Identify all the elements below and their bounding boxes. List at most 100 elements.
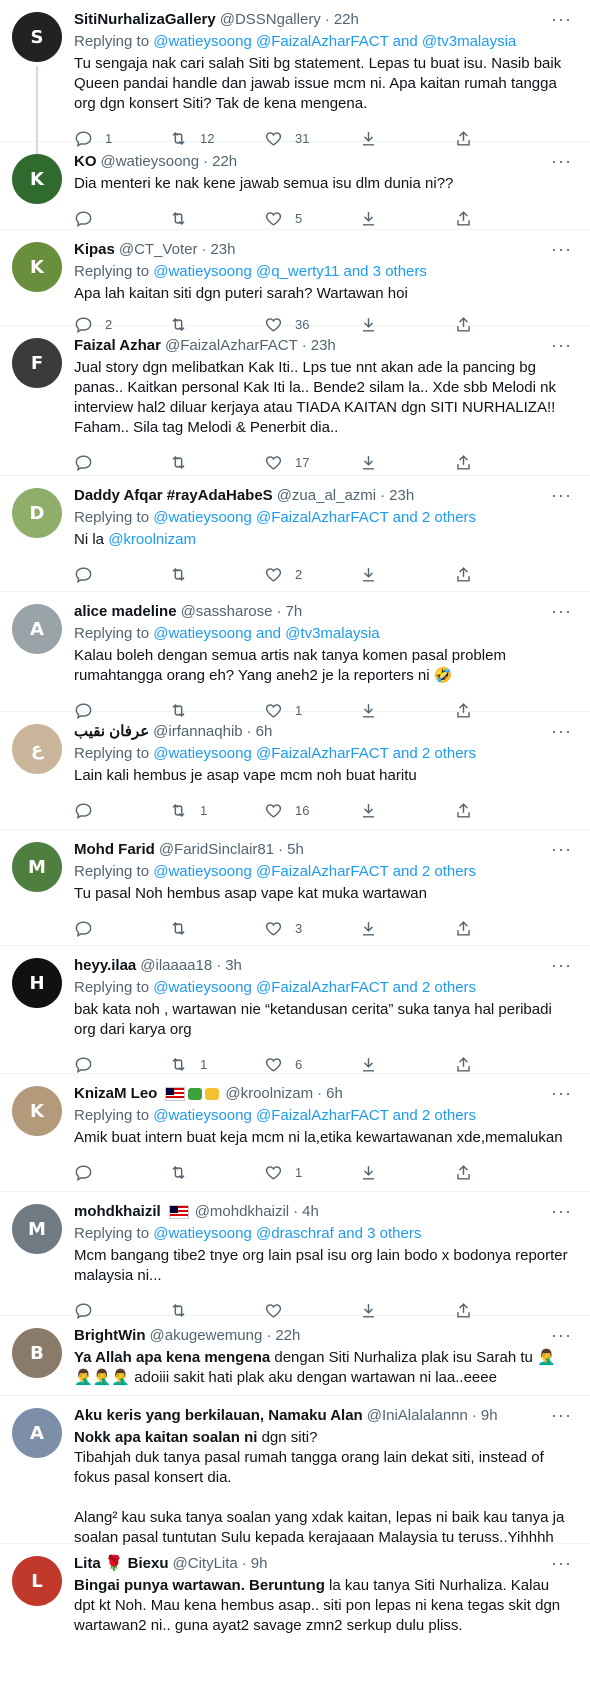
tweet[interactable]: A ··· alice madeline @sassharose · 7h Reply… bbox=[0, 592, 590, 719]
share-button[interactable] bbox=[454, 1163, 485, 1182]
share-button[interactable] bbox=[454, 209, 485, 228]
tweet[interactable]: L ··· Lita 🌹 Biexu @CityLita · 9h Bingai pu… bbox=[0, 1544, 590, 1664]
like-button[interactable]: 3 bbox=[264, 919, 359, 938]
user-handle[interactable]: @zua_al_azmi bbox=[277, 486, 376, 506]
display-name[interactable]: Daddy Afqar #rayAdaHabeS bbox=[74, 486, 273, 506]
like-button[interactable]: 17 bbox=[264, 453, 359, 472]
user-handle[interactable]: @FaizalAzharFACT bbox=[165, 336, 298, 356]
more-options-icon[interactable]: ··· bbox=[551, 1554, 572, 1572]
reply-button[interactable] bbox=[74, 1163, 169, 1182]
like-button[interactable]: 5 bbox=[264, 209, 359, 228]
avatar[interactable]: F bbox=[12, 338, 62, 388]
download-button[interactable] bbox=[359, 801, 454, 820]
user-handle[interactable]: @sassharose bbox=[181, 602, 273, 622]
user-handle[interactable]: @ilaaaa18 bbox=[140, 956, 212, 976]
display-name[interactable]: Lita 🌹 Biexu bbox=[74, 1554, 169, 1574]
download-button[interactable] bbox=[359, 453, 454, 472]
download-button[interactable] bbox=[359, 1055, 454, 1074]
avatar[interactable]: L bbox=[12, 1556, 62, 1606]
user-handle[interactable]: @CityLita bbox=[173, 1554, 238, 1574]
display-name[interactable]: heyy.ilaa bbox=[74, 956, 136, 976]
user-handle[interactable]: @CT_Voter bbox=[119, 240, 198, 260]
user-handle[interactable]: @mohdkhaizil bbox=[195, 1202, 289, 1222]
replying-to-link[interactable]: @watieysoong @q_werty11 and 3 others bbox=[153, 263, 427, 280]
share-button[interactable] bbox=[454, 1055, 485, 1074]
download-button[interactable] bbox=[359, 919, 454, 938]
more-options-icon[interactable]: ··· bbox=[551, 240, 572, 258]
user-handle[interactable]: @watieysoong bbox=[101, 152, 200, 172]
tweet-time[interactable]: 4h bbox=[302, 1202, 319, 1222]
tweet-time[interactable]: 7h bbox=[286, 602, 303, 622]
more-options-icon[interactable]: ··· bbox=[551, 152, 572, 170]
tweet[interactable]: ع ··· عرفان نقيب @irfannaqhib · 6h Replying… bbox=[0, 712, 590, 830]
tweet[interactable]: K ··· KnizaM Leo @kroolnizam · 6h Replying … bbox=[0, 1074, 590, 1192]
download-button[interactable] bbox=[359, 1163, 454, 1182]
user-handle[interactable]: @DSSNgallery bbox=[220, 10, 321, 30]
avatar[interactable]: D bbox=[12, 488, 62, 538]
share-button[interactable] bbox=[454, 919, 485, 938]
like-button[interactable]: 16 bbox=[264, 801, 359, 820]
more-options-icon[interactable]: ··· bbox=[551, 1326, 572, 1344]
tweet[interactable]: A ··· Aku keris yang berkilauan, Namaku … bbox=[0, 1396, 590, 1546]
retweet-button[interactable] bbox=[169, 453, 264, 472]
replying-to-link[interactable]: @watieysoong @FaizalAzharFACT and 2 othe… bbox=[153, 1107, 476, 1124]
replying-to-link[interactable]: @watieysoong @FaizalAzharFACT and @tv3ma… bbox=[153, 33, 516, 50]
avatar[interactable]: M bbox=[12, 1204, 62, 1254]
display-name[interactable]: BrightWin bbox=[74, 1326, 146, 1346]
display-name[interactable]: عرفان نقيب bbox=[74, 722, 149, 742]
reply-button[interactable] bbox=[74, 801, 169, 820]
share-button[interactable] bbox=[454, 453, 485, 472]
tweet-time[interactable]: 6h bbox=[326, 1084, 343, 1104]
reply-button[interactable] bbox=[74, 919, 169, 938]
display-name[interactable]: Mohd Farid bbox=[74, 840, 155, 860]
avatar[interactable]: A bbox=[12, 604, 62, 654]
avatar[interactable]: A bbox=[12, 1408, 62, 1458]
avatar[interactable]: K bbox=[12, 154, 62, 204]
tweet[interactable]: M ··· Mohd Farid @FaridSinclair81 · 5h Repl… bbox=[0, 830, 590, 946]
more-options-icon[interactable]: ··· bbox=[551, 602, 572, 620]
reply-button[interactable] bbox=[74, 453, 169, 472]
like-button[interactable]: 2 bbox=[264, 565, 359, 584]
retweet-button[interactable] bbox=[169, 1163, 264, 1182]
avatar[interactable]: K bbox=[12, 1086, 62, 1136]
more-options-icon[interactable]: ··· bbox=[551, 840, 572, 858]
avatar[interactable]: ع bbox=[12, 724, 62, 774]
tweet-time[interactable]: 3h bbox=[225, 956, 242, 976]
share-button[interactable] bbox=[454, 565, 485, 584]
tweet[interactable]: F ··· Faizal Azhar @FaizalAzharFACT · 23h J… bbox=[0, 326, 590, 476]
tweet-time[interactable]: 22h bbox=[334, 10, 359, 30]
user-handle[interactable]: @kroolnizam bbox=[225, 1084, 313, 1104]
tweet-time[interactable]: 6h bbox=[256, 722, 273, 742]
display-name[interactable]: SitiNurhalizaGallery bbox=[74, 10, 216, 30]
avatar[interactable]: H bbox=[12, 958, 62, 1008]
display-name[interactable]: KnizaM Leo bbox=[74, 1084, 157, 1104]
tweet[interactable]: H ··· heyy.ilaa @ilaaaa18 · 3h Replying to … bbox=[0, 946, 590, 1074]
reply-button[interactable] bbox=[74, 209, 169, 228]
tweet-time[interactable]: 23h bbox=[311, 336, 336, 356]
share-button[interactable] bbox=[454, 801, 485, 820]
avatar[interactable]: K bbox=[12, 242, 62, 292]
mention-link[interactable]: @kroolnizam bbox=[108, 531, 196, 548]
more-options-icon[interactable]: ··· bbox=[551, 1406, 572, 1424]
more-options-icon[interactable]: ··· bbox=[551, 486, 572, 504]
retweet-button[interactable]: 1 bbox=[169, 1055, 264, 1074]
tweet-time[interactable]: 9h bbox=[481, 1406, 498, 1426]
tweet-time[interactable]: 22h bbox=[212, 152, 237, 172]
retweet-button[interactable] bbox=[169, 565, 264, 584]
tweet[interactable]: D ··· Daddy Afqar #rayAdaHabeS @zua_al_az… bbox=[0, 476, 590, 592]
more-options-icon[interactable]: ··· bbox=[551, 10, 572, 28]
avatar[interactable]: B bbox=[12, 1328, 62, 1378]
retweet-button[interactable] bbox=[169, 209, 264, 228]
display-name[interactable]: Faizal Azhar bbox=[74, 336, 161, 356]
display-name[interactable]: KO bbox=[74, 152, 97, 172]
more-options-icon[interactable]: ··· bbox=[551, 956, 572, 974]
avatar[interactable]: S bbox=[12, 12, 62, 62]
reply-button[interactable] bbox=[74, 565, 169, 584]
like-button[interactable]: 1 bbox=[264, 1163, 359, 1182]
replying-to-link[interactable]: @watieysoong @FaizalAzharFACT and 2 othe… bbox=[153, 745, 476, 762]
tweet[interactable]: S ··· SitiNurhalizaGallery @DSSNgallery · 2… bbox=[0, 0, 590, 147]
tweet-time[interactable]: 23h bbox=[389, 486, 414, 506]
user-handle[interactable]: @FaridSinclair81 bbox=[159, 840, 274, 860]
display-name[interactable]: Aku keris yang berkilauan, Namaku Alan bbox=[74, 1406, 363, 1426]
more-options-icon[interactable]: ··· bbox=[551, 1084, 572, 1102]
